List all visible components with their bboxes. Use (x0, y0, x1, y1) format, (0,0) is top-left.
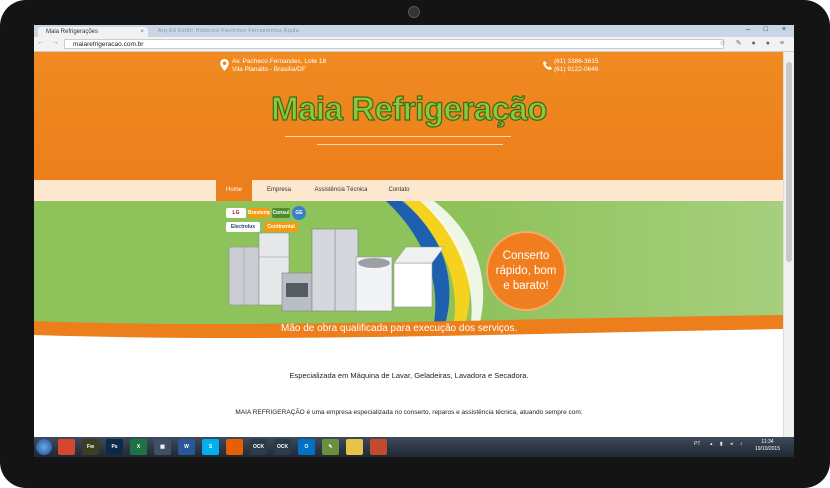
taskbar-app-app-ock-2[interactable]: OCK (274, 439, 291, 455)
taskbar-app-explorer[interactable] (346, 439, 363, 455)
browser-tab[interactable]: Maia Refrigerações × (38, 27, 148, 37)
nav-empresa[interactable]: Empresa (260, 180, 298, 201)
taskbar-app-skype[interactable]: S (202, 439, 219, 455)
promo-line-3: e barato! (503, 279, 549, 292)
tab-close-icon[interactable]: × (140, 27, 144, 37)
web-page: Av. Pacheco Fernandes, Lote 18 Vila Plan… (34, 52, 784, 439)
clock-date: 19/10/2015 (754, 446, 780, 452)
nav-assistencia-tecnica[interactable]: Assistência Técnica (310, 180, 372, 201)
phone-line-2: (61) 9122-0646 (554, 66, 599, 73)
page-scrollbar[interactable] (783, 52, 794, 439)
taskbar-app-word[interactable]: W (178, 439, 195, 455)
address-line-2: Vila Planalto - Brasília/DF (232, 66, 306, 73)
taskbar-app-excel[interactable]: X (130, 439, 147, 455)
taskbar-app-notepad[interactable]: ✎ (322, 439, 339, 455)
logo-underline (285, 136, 511, 137)
taskbar-app-outlook[interactable]: O (298, 439, 315, 455)
taskbar-app-calculator[interactable]: ▦ (154, 439, 171, 455)
start-button[interactable] (36, 439, 52, 455)
page-content: Especializada em Máquina de Lavar, Gelad… (34, 341, 784, 439)
logo-underline-2 (317, 144, 503, 145)
scrollbar-thumb[interactable] (786, 62, 792, 262)
phone-icon (543, 61, 552, 70)
clock-time: 11:34 (761, 439, 774, 445)
taskbar-app-photoshop[interactable]: Ps (106, 439, 123, 455)
url-input[interactable]: maiarefrigeracao.com.br (64, 39, 724, 49)
side-by-side-fridge (311, 228, 359, 312)
windows-taskbar: Fw Ps X ▦ W S OCK OCK O ✎ PT ▴ ▮ ◂ ♪ 11:34 19/10/… (34, 437, 794, 457)
address-line-1: Av. Pacheco Fernandes, Lote 18 (232, 58, 327, 65)
main-nav: Home Empresa Assistência Técnica Contato (34, 180, 784, 201)
promo-badge: Conserto rápido, bom e barato! (486, 231, 566, 311)
stove (281, 272, 313, 312)
browser-tab-strip: Maia Refrigerações × Arq Ed Exibir Histó… (34, 25, 794, 37)
brand-continental-logo: Continental (264, 222, 298, 232)
brand-consul-logo: Consul (272, 208, 290, 218)
taskbar-app-app-ock-1[interactable]: OCK (250, 439, 267, 455)
address-bar: ← → C maiarefrigeracao.com.br ☆ ✎ ● ● ≡ (34, 37, 794, 52)
about-text: MAIA REFRIGERAÇÃO é uma empresa especial… (235, 409, 583, 416)
nav-contato[interactable]: Contato (382, 180, 416, 201)
phone-block: (61) 3386-3615 (61) 9122-0646 (554, 58, 598, 74)
nav-home[interactable]: Home (216, 180, 252, 201)
brand-ge-logo: GE (292, 206, 306, 220)
promo-text: Conserto rápido, bom e barato! (496, 249, 557, 294)
phone-line-1: (61) 3386-3615 (554, 58, 599, 65)
brand-lg-logo: LG (226, 208, 246, 218)
washing-machine (355, 256, 393, 312)
banner-graphic (34, 201, 784, 341)
extension-icons[interactable]: ☆ ✎ ● ● ≡ (720, 39, 788, 47)
taskbar-app-chrome[interactable] (58, 439, 75, 455)
specialty-text: Especializada em Máquina de Lavar, Gelad… (289, 371, 529, 380)
banner-tagline: Mão de obra qualificada para execução do… (281, 323, 518, 334)
taskbar-app-firefox[interactable] (226, 439, 243, 455)
fridge-1 (228, 246, 260, 306)
taskbar-app-fireworks[interactable]: Fw (82, 439, 99, 455)
taskbar-app-paint[interactable] (370, 439, 387, 455)
tray-icons[interactable]: ▴ ▮ ◂ ♪ (710, 441, 745, 447)
screen: Maia Refrigerações × Arq Ed Exibir Histó… (34, 25, 794, 457)
promo-line-1: Conserto (502, 249, 550, 262)
address-block: Av. Pacheco Fernandes, Lote 18 Vila Plan… (232, 58, 326, 74)
promo-line-2: rápido, bom (495, 264, 557, 277)
monitor-bezel: Maia Refrigerações × Arq Ed Exibir Histó… (0, 0, 830, 488)
site-logo[interactable]: Maia Refrigeração (34, 89, 784, 128)
location-pin-icon (220, 59, 229, 71)
webcam (408, 6, 420, 18)
language-indicator[interactable]: PT (694, 441, 700, 447)
menu-ghost: Arq Ed Exibir Histórico Favoritos Ferram… (158, 28, 300, 34)
hero-banner: LG Brastemp Consul GE Electrolux Contine… (34, 201, 784, 341)
site-header: Av. Pacheco Fernandes, Lote 18 Vila Plan… (34, 52, 784, 180)
brand-electrolux-logo: Electrolux (226, 222, 260, 232)
taskbar-clock[interactable]: 11:34 19/10/2015 (755, 439, 780, 453)
window-buttons[interactable]: – □ × (746, 26, 792, 33)
tab-title: Maia Refrigerações (46, 29, 99, 35)
brand-brastemp-logo: Brastemp (248, 208, 270, 218)
